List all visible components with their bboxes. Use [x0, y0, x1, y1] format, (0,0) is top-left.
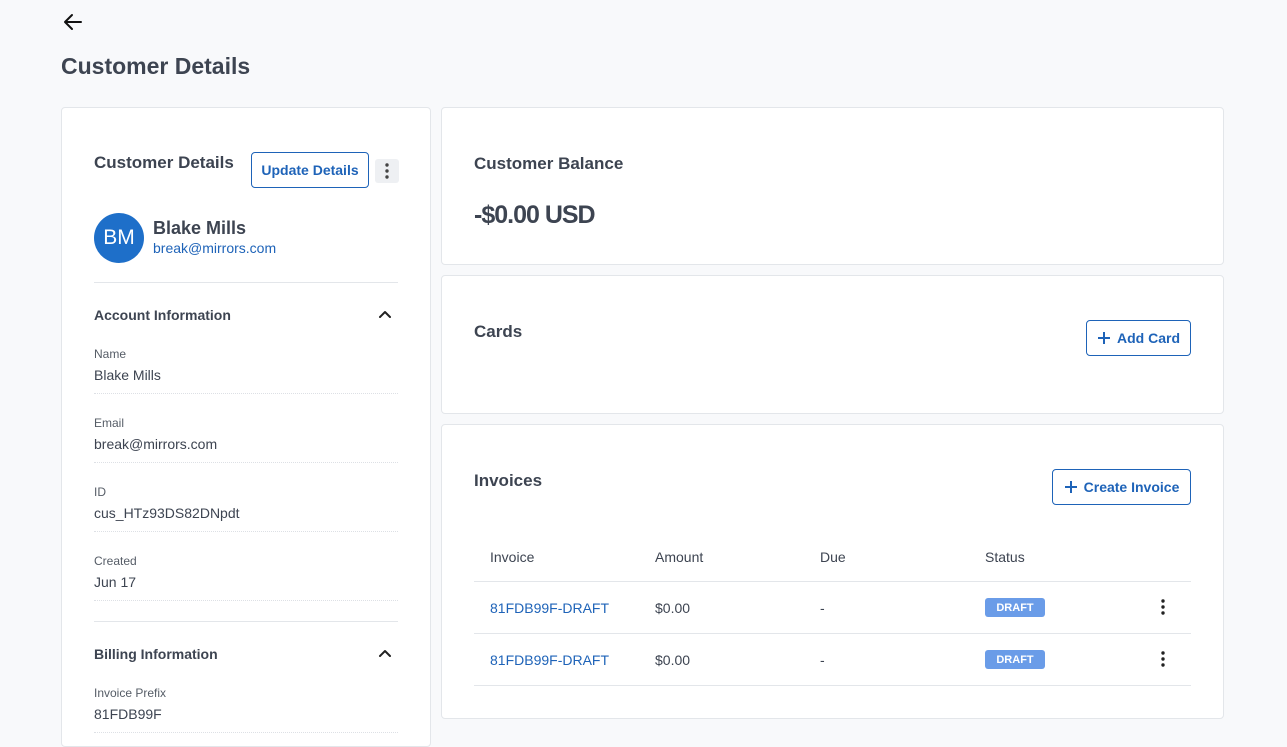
customer-panel-title: Customer Details [94, 153, 234, 172]
status-badge: DRAFT [985, 598, 1045, 617]
column-header-due: Due [820, 549, 846, 565]
table-divider [474, 633, 1191, 634]
field-label-created: Created [94, 554, 137, 568]
customer-name: Blake Mills [153, 218, 247, 238]
invoice-due: - [820, 652, 825, 668]
invoices-title: Invoices [474, 471, 543, 490]
cards-card: Cards Add Card [441, 275, 1224, 414]
field-label-name: Name [94, 347, 127, 361]
plus-icon [1064, 481, 1077, 493]
avatar: BM [94, 213, 144, 263]
field-label-email: Email [94, 416, 125, 430]
field-value-email: break@mirrors.com [94, 436, 218, 452]
field-divider [94, 462, 398, 463]
more-options-button[interactable] [375, 159, 399, 183]
create-invoice-label: Create Invoice [1083, 479, 1180, 495]
customer-email-link[interactable]: break@mirrors.com [153, 240, 276, 256]
kebab-menu-icon [1161, 599, 1165, 615]
customer-balance-card: Customer Balance -$0.00 USD [441, 107, 1224, 265]
balance-amount: -$0.00 USD [474, 201, 596, 229]
back-arrow-icon[interactable] [62, 11, 84, 33]
kebab-menu-icon [385, 163, 389, 179]
cards-title: Cards [474, 322, 523, 341]
balance-title: Customer Balance [474, 154, 624, 173]
field-value-id: cus_HTz93DS82DNpdt [94, 505, 240, 521]
row-options-button[interactable] [1153, 597, 1173, 617]
add-card-button[interactable]: Add Card [1086, 320, 1191, 356]
field-value-invoice-prefix: 81FDB99F [94, 706, 162, 722]
status-badge: DRAFT [985, 650, 1045, 669]
page-title: Customer Details [61, 53, 251, 79]
chevron-up-icon[interactable] [376, 306, 394, 324]
table-divider [474, 581, 1191, 582]
column-header-amount: Amount [655, 549, 704, 565]
invoice-link[interactable]: 81FDB99F-DRAFT [490, 652, 609, 668]
invoice-due: - [820, 600, 825, 616]
invoice-amount: $0.00 [655, 600, 691, 616]
column-header-status: Status [985, 549, 1025, 565]
update-details-button[interactable]: Update Details [251, 152, 369, 188]
table-divider [474, 685, 1191, 686]
plus-icon [1098, 332, 1110, 344]
field-divider [94, 600, 398, 601]
chevron-up-icon[interactable] [376, 645, 394, 663]
field-label-invoice-prefix: Invoice Prefix [94, 686, 167, 700]
invoice-amount: $0.00 [655, 652, 691, 668]
invoice-link[interactable]: 81FDB99F-DRAFT [490, 600, 609, 616]
row-options-button[interactable] [1153, 649, 1173, 669]
divider [94, 621, 398, 622]
create-invoice-button[interactable]: Create Invoice [1052, 469, 1191, 505]
account-information-heading: Account Information [94, 307, 231, 323]
field-label-id: ID [94, 485, 106, 499]
divider [94, 282, 398, 283]
invoices-card: Invoices Create Invoice Invoice Amount D… [441, 424, 1224, 719]
field-divider [94, 531, 398, 532]
column-header-invoice: Invoice [490, 549, 535, 565]
field-divider [94, 393, 398, 394]
add-card-label: Add Card [1117, 330, 1180, 346]
field-value-created: Jun 17 [94, 574, 137, 590]
field-value-name: Blake Mills [94, 367, 161, 383]
billing-information-heading: Billing Information [94, 646, 218, 662]
kebab-menu-icon [1161, 651, 1165, 667]
customer-details-panel: Customer Details Update Details BM Blake… [61, 107, 431, 747]
